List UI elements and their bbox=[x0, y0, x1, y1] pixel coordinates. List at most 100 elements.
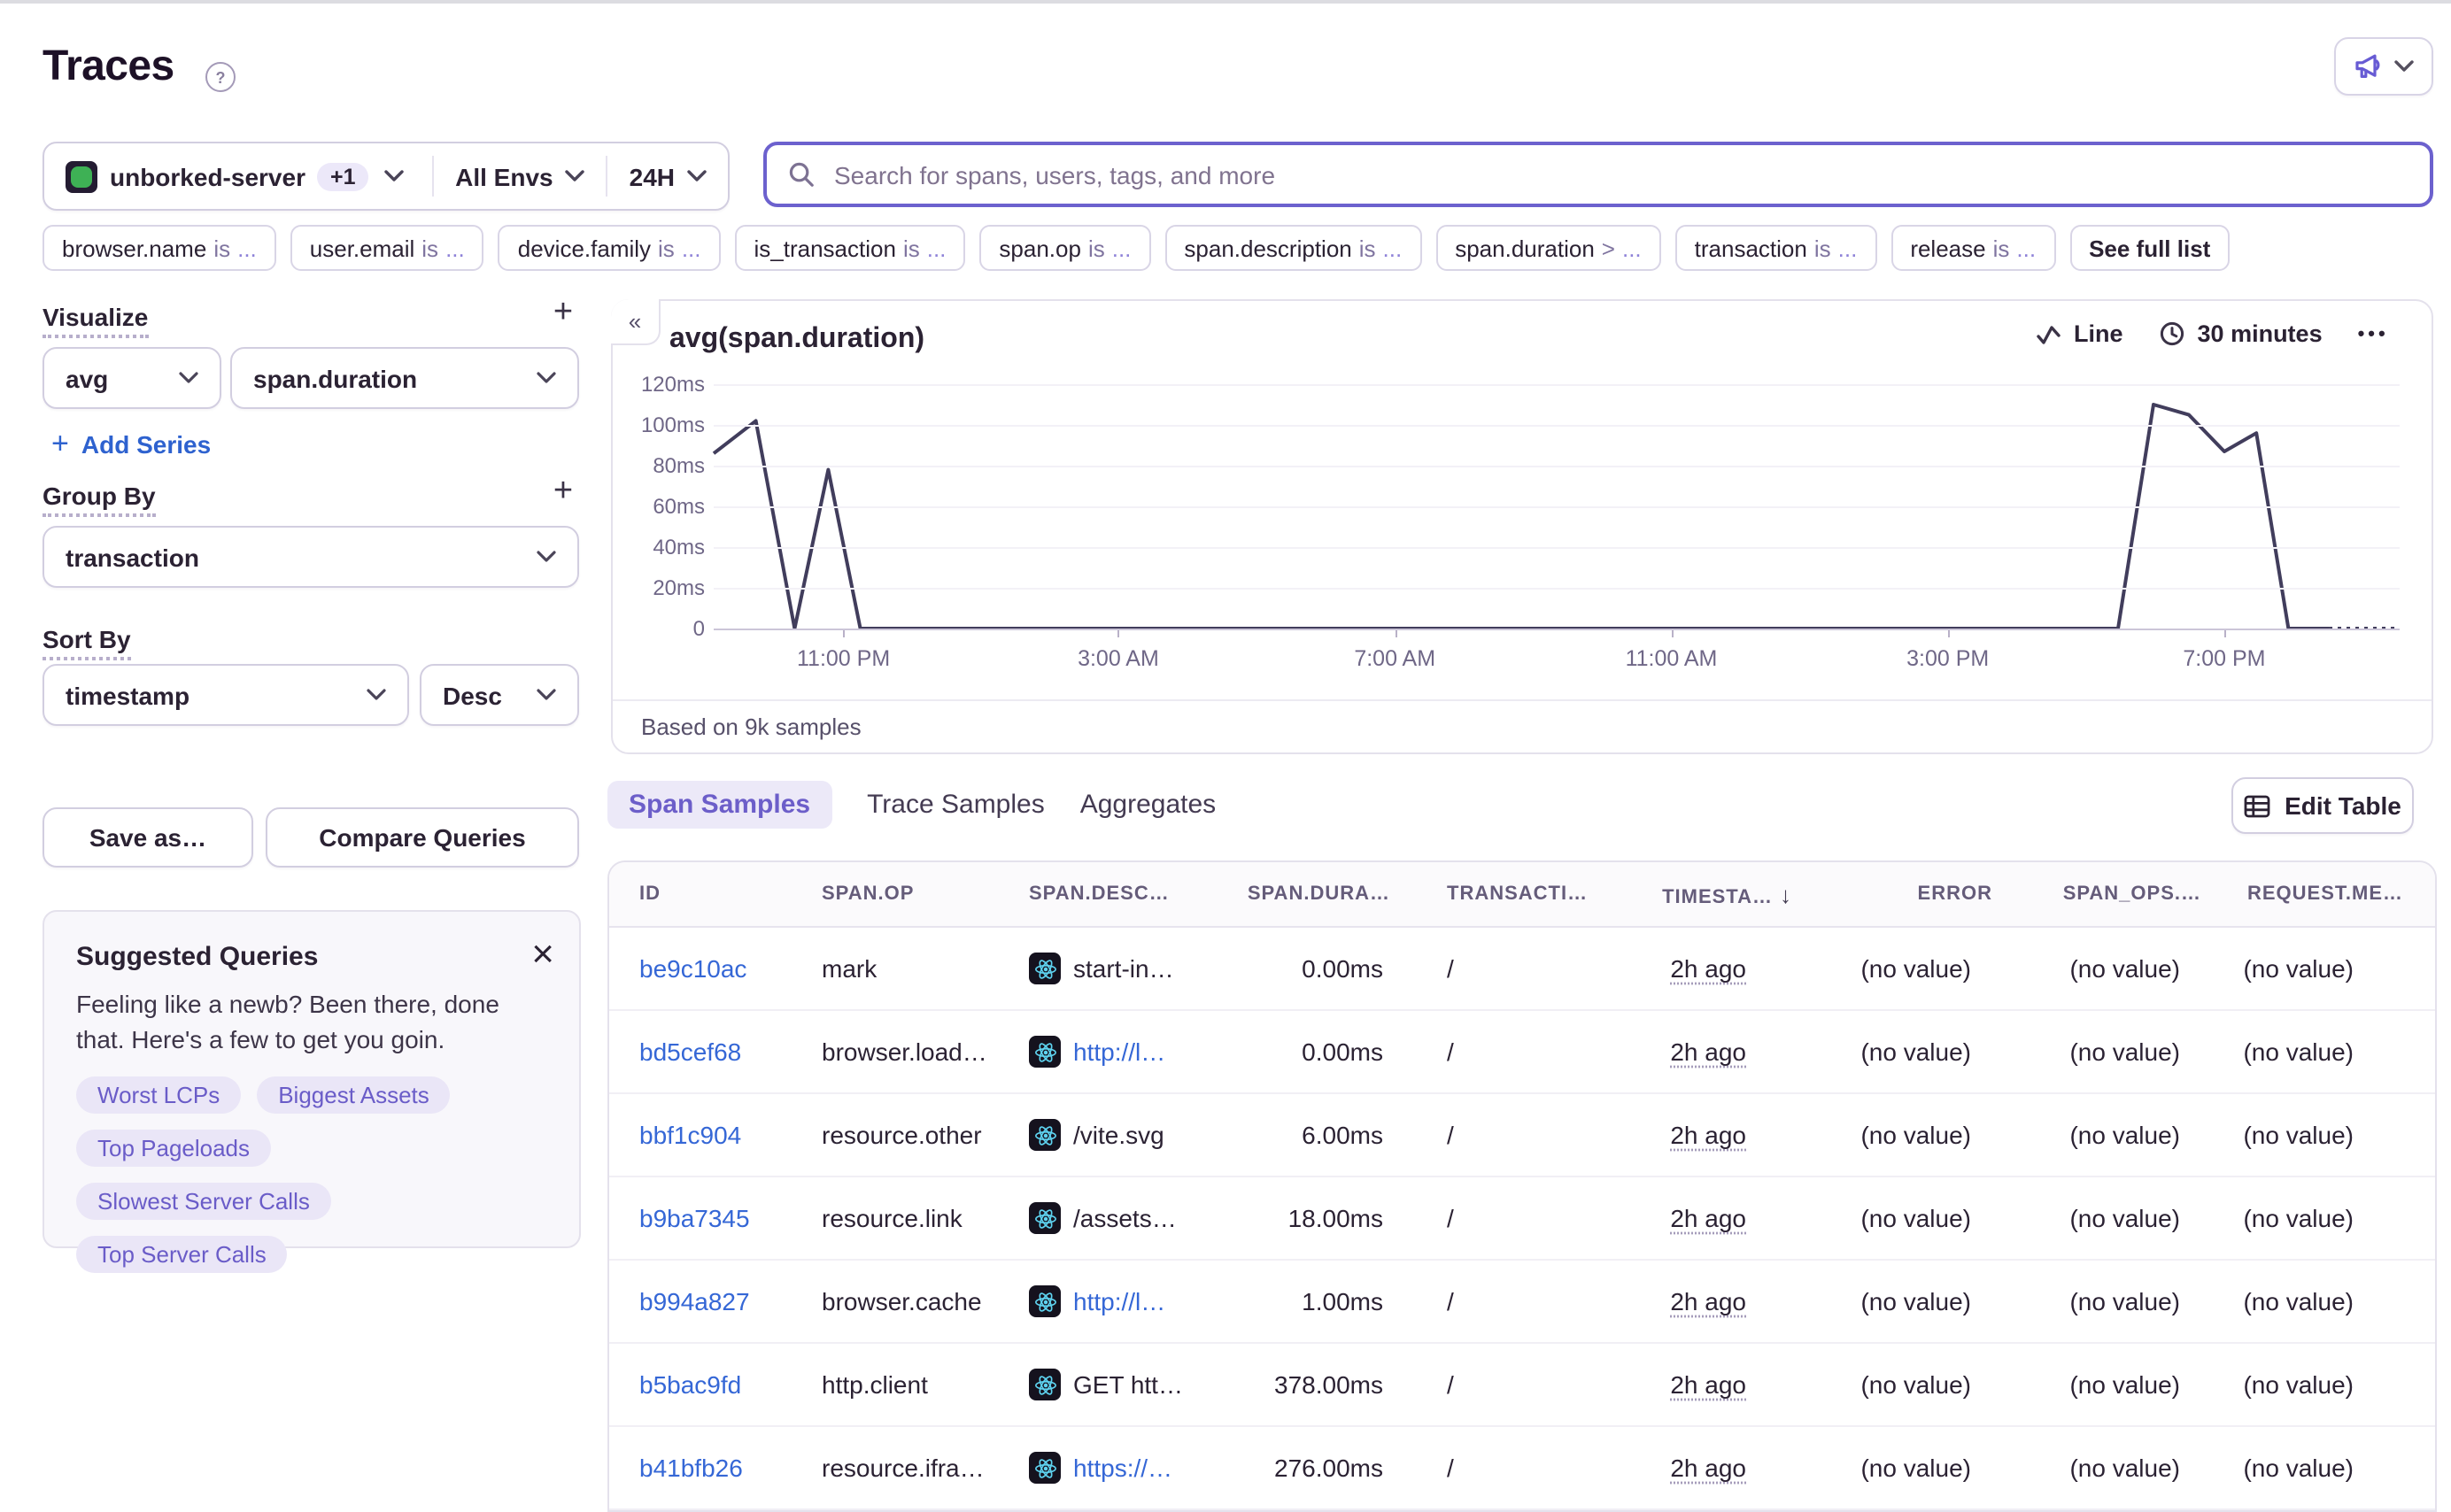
sort-field-select[interactable]: timestamp bbox=[43, 664, 409, 726]
filter-chip-value: ... bbox=[2016, 235, 2036, 261]
visualize-field-select[interactable]: span.duration bbox=[230, 347, 579, 409]
aggregate-select[interactable]: avg bbox=[43, 347, 221, 409]
span-description-link[interactable]: http://l… bbox=[1073, 1038, 1165, 1066]
filter-chip[interactable]: user.emailis... bbox=[290, 225, 484, 271]
timestamp-cell[interactable]: 2h ago bbox=[1670, 1287, 1746, 1315]
timestamp-cell[interactable]: 2h ago bbox=[1670, 1454, 1746, 1482]
chart-type-button[interactable]: Line bbox=[2037, 320, 2123, 347]
suggested-query-pill[interactable]: Slowest Server Calls bbox=[76, 1182, 331, 1219]
column-header-span-op[interactable]: SPAN.OP bbox=[808, 862, 1015, 928]
filter-chip-operator: is bbox=[421, 235, 438, 261]
column-header-span-ops[interactable]: SPAN_OPS.… bbox=[2006, 862, 2215, 928]
edit-table-button[interactable]: Edit Table bbox=[2231, 777, 2414, 834]
column-header-transacti[interactable]: TRANSACTI… bbox=[1404, 862, 1599, 928]
filter-chip[interactable]: device.familyis... bbox=[499, 225, 721, 271]
suggested-query-pill[interactable]: Biggest Assets bbox=[257, 1076, 451, 1113]
column-header-label: ID bbox=[639, 883, 661, 905]
table-row: bd5cef68browser.load…http://l…0.00ms/2h … bbox=[609, 1011, 2435, 1094]
environment-selector[interactable]: All Envs bbox=[434, 143, 607, 209]
time-range-selector[interactable]: 24H bbox=[608, 143, 728, 209]
suggested-query-pill[interactable]: Top Pageloads bbox=[76, 1129, 271, 1166]
feedback-button[interactable] bbox=[2334, 37, 2433, 96]
chart-interval-label: 30 minutes bbox=[2198, 320, 2323, 347]
compare-queries-button[interactable]: Compare Queries bbox=[266, 807, 579, 868]
filter-chip[interactable]: browser.nameis... bbox=[43, 225, 276, 271]
span-duration-cell: 0.00ms bbox=[1245, 1011, 1404, 1094]
sort-direction-select[interactable]: Desc bbox=[420, 664, 579, 726]
y-axis-tick-label: 0 bbox=[616, 616, 705, 641]
filter-chips-row: browser.nameis... user.emailis... device.f… bbox=[43, 225, 2433, 271]
y-axis-tick-label: 120ms bbox=[616, 372, 705, 397]
timestamp-cell[interactable]: 2h ago bbox=[1670, 1204, 1746, 1232]
column-header-request-me[interactable]: REQUEST.ME… bbox=[2215, 862, 2435, 928]
group-by-select[interactable]: transaction bbox=[43, 526, 579, 588]
span-duration-cell: 276.00ms bbox=[1245, 1427, 1404, 1510]
add-group-by-icon[interactable]: + bbox=[545, 474, 581, 510]
collapse-sidebar-icon[interactable]: « bbox=[611, 299, 661, 345]
column-header-span-desc[interactable]: SPAN.DESC… bbox=[1015, 862, 1245, 928]
span-id-link[interactable]: b9ba7345 bbox=[639, 1204, 750, 1232]
time-range-label: 24H bbox=[630, 162, 675, 190]
chart-interval-button[interactable]: 30 minutes bbox=[2159, 320, 2323, 347]
span-description-link[interactable]: http://l… bbox=[1073, 1287, 1165, 1315]
span-id-link[interactable]: bd5cef68 bbox=[639, 1038, 741, 1066]
y-axis-tick-label: 100ms bbox=[616, 413, 705, 437]
y-axis-tick-label: 20ms bbox=[616, 575, 705, 600]
span-op-cell: browser.load… bbox=[808, 1011, 1015, 1094]
search-input[interactable] bbox=[831, 158, 2408, 190]
help-icon[interactable]: ? bbox=[205, 62, 236, 92]
filter-chip[interactable]: span.descriptionis... bbox=[1164, 225, 1421, 271]
span-id-link[interactable]: bbf1c904 bbox=[639, 1121, 741, 1149]
span-id-link[interactable]: b994a827 bbox=[639, 1287, 750, 1315]
column-header-timesta[interactable]: TIMESTA…↓ bbox=[1599, 862, 1803, 928]
column-header-error[interactable]: ERROR bbox=[1803, 862, 2006, 928]
search-bar[interactable] bbox=[763, 142, 2433, 207]
aggregate-value: avg bbox=[66, 364, 108, 392]
tab-trace-samples[interactable]: Trace Samples bbox=[867, 780, 1045, 828]
span-id-link[interactable]: b5bac9fd bbox=[639, 1370, 741, 1399]
divider bbox=[613, 699, 2432, 701]
column-header-label: TRANSACTI… bbox=[1447, 883, 1588, 905]
suggested-query-pill[interactable]: Worst LCPs bbox=[76, 1076, 241, 1113]
close-icon[interactable]: × bbox=[531, 935, 554, 974]
add-visualize-icon[interactable]: + bbox=[545, 296, 581, 331]
error-cell: (no value) bbox=[1803, 1427, 2006, 1510]
add-series-button[interactable]: + Add Series bbox=[51, 427, 211, 462]
see-full-list-button[interactable]: See full list bbox=[2069, 225, 2230, 271]
column-header-id[interactable]: ID bbox=[609, 862, 808, 928]
chevron-down-icon bbox=[687, 170, 707, 182]
timestamp-cell[interactable]: 2h ago bbox=[1670, 1121, 1746, 1149]
tab-span-samples[interactable]: Span Samples bbox=[607, 780, 831, 828]
span-id-link[interactable]: be9c10ac bbox=[639, 954, 746, 983]
filter-chip[interactable]: transactionis... bbox=[1675, 225, 1877, 271]
filter-chip[interactable]: releaseis... bbox=[1890, 225, 2055, 271]
table-row: b994a827browser.cachehttp://l…1.00ms/2h … bbox=[609, 1261, 2435, 1344]
sort-direction-value: Desc bbox=[443, 681, 502, 709]
filter-chip[interactable]: span.opis... bbox=[979, 225, 1150, 271]
save-as-button[interactable]: Save as… bbox=[43, 807, 253, 868]
project-platform-icon bbox=[66, 160, 97, 192]
filter-chip-operator: is bbox=[1359, 235, 1376, 261]
transaction-cell: / bbox=[1404, 1094, 1599, 1177]
filter-chip-operator: is bbox=[213, 235, 230, 261]
span-description-link[interactable]: https://… bbox=[1073, 1454, 1172, 1482]
span-ops-cell: (no value) bbox=[2006, 1177, 2215, 1261]
column-header-span-dura[interactable]: SPAN.DURA… bbox=[1245, 862, 1404, 928]
span-ops-cell: (no value) bbox=[2006, 1427, 2215, 1510]
filter-chip[interactable]: span.duration>... bbox=[1435, 225, 1660, 271]
span-id-link[interactable]: b41bfb26 bbox=[639, 1454, 743, 1482]
timestamp-cell[interactable]: 2h ago bbox=[1670, 954, 1746, 983]
suggested-query-pill[interactable]: Top Server Calls bbox=[76, 1235, 288, 1272]
filter-chip[interactable]: is_transactionis... bbox=[735, 225, 966, 271]
span-op-cell: mark bbox=[808, 928, 1015, 1011]
tab-aggregates[interactable]: Aggregates bbox=[1080, 780, 1216, 828]
span-description-cell: http://l… bbox=[1029, 1285, 1243, 1317]
x-axis-tick-label: 3:00 AM bbox=[1048, 646, 1189, 671]
timestamp-cell[interactable]: 2h ago bbox=[1670, 1370, 1746, 1399]
more-options-icon[interactable]: ••• bbox=[2358, 323, 2389, 344]
x-axis-tick bbox=[2224, 630, 2226, 637]
project-selector[interactable]: unborked-server +1 bbox=[44, 143, 432, 209]
transaction-cell: / bbox=[1404, 1427, 1599, 1510]
timestamp-cell[interactable]: 2h ago bbox=[1670, 1038, 1746, 1066]
traces-page: Traces ? unborked-server +1 All Envs bbox=[0, 0, 2451, 1415]
